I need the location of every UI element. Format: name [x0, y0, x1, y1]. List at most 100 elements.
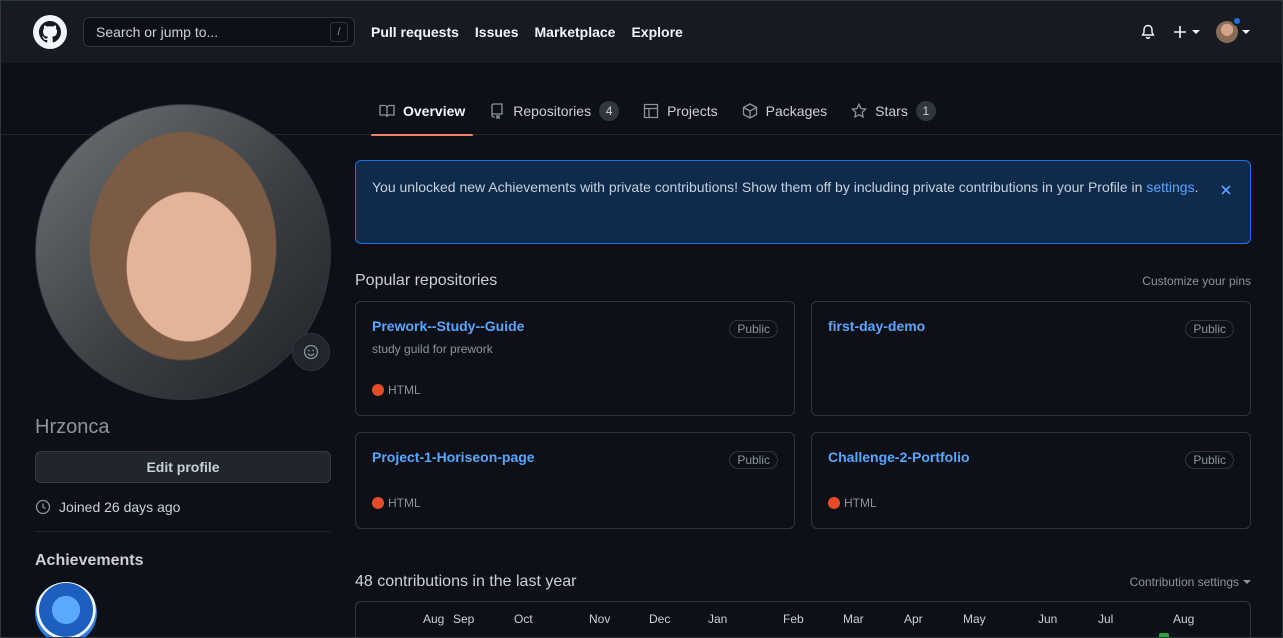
joined-info: Joined 26 days ago	[35, 499, 331, 515]
contributions-title: 48 contributions in the last year	[355, 573, 577, 590]
nav-explore[interactable]: Explore	[631, 24, 682, 40]
package-icon	[742, 103, 757, 119]
search-placeholder: Search or jump to...	[96, 24, 219, 40]
profile-avatar[interactable]	[35, 104, 331, 400]
github-logo-icon[interactable]	[33, 15, 67, 49]
banner-period: .	[1194, 179, 1199, 195]
repo-language: HTML	[372, 383, 421, 397]
visibility-badge: Public	[729, 320, 778, 338]
notification-dot	[1232, 16, 1242, 26]
popular-repos-header: Popular repositories Customize your pins	[355, 272, 1251, 290]
tab-overview[interactable]: Overview	[371, 87, 474, 136]
table-icon	[643, 103, 659, 119]
clock-icon	[35, 499, 51, 515]
header-actions	[1140, 16, 1250, 43]
language-color-dot	[372, 497, 384, 509]
visibility-badge: Public	[1185, 451, 1234, 469]
chevron-down-icon	[1192, 30, 1200, 34]
star-icon	[851, 103, 868, 119]
repo-link[interactable]: Project-1-Horiseon-page	[372, 449, 778, 465]
search-input[interactable]: Search or jump to... /	[83, 17, 355, 47]
contributions-header: 48 contributions in the last year Contri…	[355, 573, 1251, 591]
month-label: Apr	[904, 612, 923, 626]
pinned-repo-card: first-day-demo Public	[811, 301, 1251, 416]
contribution-calendar: Aug Sep Oct Nov Dec Jan Feb Mar Apr May …	[355, 601, 1251, 637]
pinned-repo-card: Prework--Study--Guide Public study guild…	[355, 301, 795, 416]
profile-tabs: Overview Repositories 4 Projects Package…	[371, 87, 952, 136]
repo-link[interactable]: first-day-demo	[828, 318, 1234, 334]
repo-icon	[491, 103, 503, 119]
repo-language: HTML	[372, 496, 421, 510]
month-label: Aug	[423, 612, 445, 626]
tab-repositories[interactable]: Repositories 4	[481, 87, 627, 135]
profile-main: You unlocked new Achievements with priva…	[355, 160, 1251, 637]
book-icon	[379, 104, 395, 118]
tab-label: Packages	[765, 103, 828, 119]
contribution-day-cell[interactable]	[1159, 633, 1169, 637]
stars-count: 1	[915, 101, 936, 121]
tab-label: Stars	[875, 103, 908, 119]
contribution-settings-button[interactable]: Contribution settings	[1130, 575, 1251, 589]
tab-projects[interactable]: Projects	[635, 87, 726, 135]
banner-text: You unlocked new Achievements with priva…	[372, 179, 1147, 195]
visibility-badge: Public	[1185, 320, 1234, 338]
month-label: Feb	[783, 612, 804, 626]
language-label: HTML	[844, 496, 877, 510]
plus-icon	[1174, 26, 1186, 38]
bell-icon[interactable]	[1140, 24, 1156, 40]
profile-username: Hrzonca	[35, 416, 110, 438]
user-menu-button[interactable]	[1216, 16, 1250, 43]
tab-stars[interactable]: Stars 1	[843, 87, 944, 135]
month-label: Aug	[1173, 612, 1195, 626]
close-icon[interactable]	[1220, 181, 1232, 202]
search-shortcut-key: /	[330, 22, 348, 42]
language-color-dot	[828, 497, 840, 509]
pinned-repos: Prework--Study--Guide Public study guild…	[355, 301, 1251, 529]
sidebar-divider	[35, 531, 331, 532]
month-label: Sep	[453, 612, 475, 626]
smiley-icon	[303, 344, 319, 360]
pinned-repo-card: Challenge-2-Portfolio Public HTML	[811, 432, 1251, 529]
month-label: Mar	[843, 612, 864, 626]
achievements-heading: Achievements	[35, 552, 144, 569]
month-label: Jan	[708, 612, 728, 626]
set-status-button[interactable]	[292, 333, 330, 371]
achievements-banner: You unlocked new Achievements with priva…	[355, 160, 1251, 244]
language-label: HTML	[388, 496, 421, 510]
chevron-down-icon	[1243, 580, 1251, 584]
repositories-count: 4	[599, 101, 620, 121]
tab-packages[interactable]: Packages	[734, 87, 835, 135]
repo-language: HTML	[828, 496, 877, 510]
repo-link[interactable]: Challenge-2-Portfolio	[828, 449, 1234, 465]
banner-settings-link[interactable]: settings	[1146, 179, 1194, 195]
tab-label: Repositories	[513, 103, 592, 119]
language-label: HTML	[388, 383, 421, 397]
github-profile-page: Search or jump to... / Pull requests Iss…	[0, 0, 1283, 638]
top-nav: Pull requests Issues Marketplace Explore	[371, 24, 683, 40]
tab-label: Overview	[403, 103, 466, 119]
repo-description: study guild for prework	[372, 342, 493, 356]
avatar	[1216, 16, 1242, 43]
pinned-repo-card: Project-1-Horiseon-page Public HTML	[355, 432, 795, 529]
customize-pins-link[interactable]: Customize your pins	[1142, 274, 1251, 288]
nav-pull-requests[interactable]: Pull requests	[371, 24, 459, 40]
month-label: Nov	[589, 612, 611, 626]
achievement-badge[interactable]	[35, 582, 97, 637]
popular-repos-title: Popular repositories	[355, 272, 498, 289]
chevron-down-icon	[1242, 30, 1250, 34]
profile-sidebar: Hrzonca Edit profile Joined 26 days ago …	[35, 104, 331, 637]
month-label: Dec	[649, 612, 671, 626]
joined-text: Joined 26 days ago	[59, 499, 181, 515]
repo-link[interactable]: Prework--Study--Guide	[372, 318, 778, 334]
month-label: May	[963, 612, 986, 626]
month-label: Oct	[514, 612, 533, 626]
top-header: Search or jump to... / Pull requests Iss…	[1, 1, 1282, 63]
edit-profile-button[interactable]: Edit profile	[35, 451, 331, 483]
month-label: Jun	[1038, 612, 1058, 626]
language-color-dot	[372, 384, 384, 396]
month-label: Jul	[1098, 612, 1114, 626]
nav-issues[interactable]: Issues	[475, 24, 519, 40]
nav-marketplace[interactable]: Marketplace	[535, 24, 616, 40]
create-new-button[interactable]	[1172, 24, 1200, 40]
visibility-badge: Public	[729, 451, 778, 469]
